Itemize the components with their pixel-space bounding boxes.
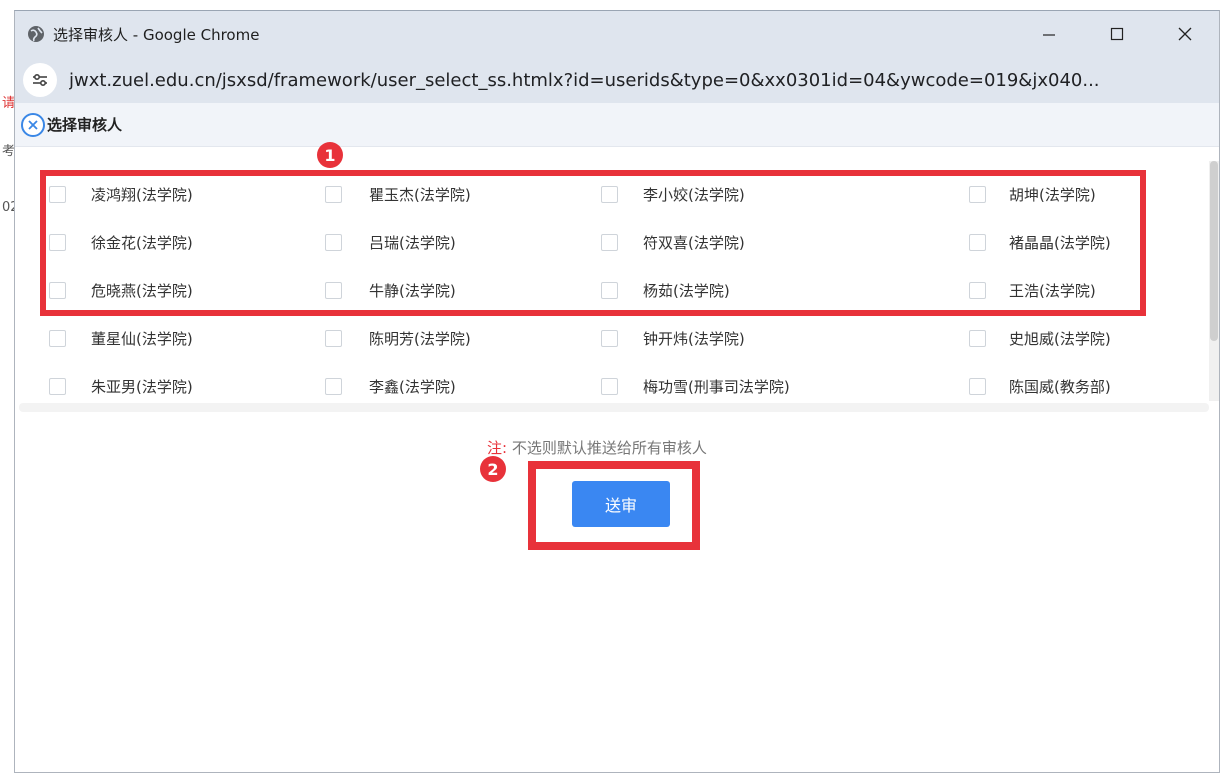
globe-icon — [28, 26, 44, 42]
scrollbar-thumb[interactable] — [1210, 161, 1218, 341]
reviewer-checkbox[interactable] — [325, 377, 342, 395]
note-label: 注: — [487, 439, 508, 457]
reviewer-row: 危晓燕(法学院) 牛静(法学院) 杨茹(法学院) 王浩(法学院) — [19, 275, 1209, 305]
reviewer-row: 朱亚男(法学院) 李鑫(法学院) 梅功雪(刑事司法学院) 陈国威(教务部) — [19, 371, 1209, 401]
window-controls — [1015, 11, 1219, 57]
reviewer-checkbox[interactable] — [601, 185, 618, 203]
reviewer-list: 凌鸿翔(法学院) 瞿玉杰(法学院) 李小姣(法学院) 胡坤(法学院) 徐金花(法学院) 吕… — [19, 161, 1209, 411]
note: 注: 不选则默认推送给所有审核人 — [487, 437, 707, 458]
reviewer-name[interactable]: 李小姣(法学院) — [643, 184, 745, 205]
reviewer-name[interactable]: 吕瑞(法学院) — [369, 232, 456, 253]
reviewer-checkbox[interactable] — [969, 377, 986, 395]
reviewer-name[interactable]: 李鑫(法学院) — [369, 376, 456, 397]
reviewer-checkbox-cell — [601, 275, 618, 305]
reviewer-checkbox-cell — [49, 227, 66, 257]
dialog-title: 选择审核人 — [47, 116, 123, 134]
reviewer-name[interactable]: 胡坤(法学院) — [1009, 184, 1096, 205]
dialog-close-button[interactable] — [21, 112, 45, 137]
reviewer-name[interactable]: 褚晶晶(法学院) — [1009, 232, 1111, 253]
reviewer-checkbox-cell — [325, 179, 342, 209]
reviewer-checkbox[interactable] — [969, 329, 986, 347]
annotation-marker-1: 1 — [317, 142, 343, 168]
reviewer-checkbox-cell — [325, 323, 342, 353]
reviewer-name[interactable]: 陈国威(教务部) — [1009, 376, 1111, 397]
reviewer-row: 凌鸿翔(法学院) 瞿玉杰(法学院) 李小姣(法学院) 胡坤(法学院) — [19, 179, 1209, 209]
submit-review-button[interactable]: 送审 — [572, 481, 670, 527]
note-text: 不选则默认推送给所有审核人 — [511, 439, 707, 457]
dialog-header: 选择审核人 — [15, 103, 1219, 147]
background-page: 请 考 02 — [0, 0, 19, 773]
reviewer-name[interactable]: 牛静(法学院) — [369, 280, 456, 301]
reviewer-checkbox[interactable] — [325, 329, 342, 347]
reviewer-checkbox[interactable] — [601, 281, 618, 299]
annotation-marker-2: 2 — [480, 456, 506, 482]
reviewer-name[interactable]: 瞿玉杰(法学院) — [369, 184, 471, 205]
reviewer-checkbox[interactable] — [601, 233, 618, 251]
reviewer-checkbox-cell — [969, 275, 986, 305]
reviewer-name[interactable]: 杨茹(法学院) — [643, 280, 730, 301]
reviewer-checkbox[interactable] — [325, 281, 342, 299]
reviewer-checkbox[interactable] — [49, 377, 66, 395]
window-title: 选择审核人 - Google Chrome — [53, 25, 260, 44]
reviewer-name[interactable]: 钟开炜(法学院) — [643, 328, 745, 349]
reviewer-checkbox-cell — [325, 371, 342, 401]
reviewer-checkbox[interactable] — [49, 233, 66, 251]
reviewer-name[interactable]: 董星仙(法学院) — [91, 328, 193, 349]
reviewer-checkbox-cell — [49, 323, 66, 353]
reviewer-name[interactable]: 徐金花(法学院) — [91, 232, 193, 253]
reviewer-checkbox-cell — [969, 323, 986, 353]
window-titlebar[interactable]: 选择审核人 - Google Chrome — [15, 11, 1219, 57]
reviewer-checkbox-cell — [969, 227, 986, 257]
maximize-button[interactable] — [1083, 11, 1151, 57]
reviewer-checkbox-cell — [601, 179, 618, 209]
reviewer-checkbox-cell — [969, 371, 986, 401]
close-window-button[interactable] — [1151, 11, 1219, 57]
reviewer-checkbox-cell — [49, 179, 66, 209]
reviewer-checkbox-cell — [601, 371, 618, 401]
tune-icon — [33, 73, 47, 87]
reviewer-name[interactable]: 王浩(法学院) — [1009, 280, 1096, 301]
url-text[interactable]: jwxt.zuel.edu.cn/jsxsd/framework/user_se… — [69, 70, 1199, 91]
reviewer-checkbox-cell — [49, 371, 66, 401]
reviewer-checkbox-cell — [49, 275, 66, 305]
reviewer-checkbox-cell — [325, 275, 342, 305]
reviewer-name[interactable]: 凌鸿翔(法学院) — [91, 184, 193, 205]
reviewer-checkbox-cell — [969, 179, 986, 209]
minimize-icon — [1043, 34, 1055, 36]
close-icon — [1178, 27, 1192, 41]
address-bar: jwxt.zuel.edu.cn/jsxsd/framework/user_se… — [15, 57, 1219, 103]
reviewer-name[interactable]: 符双喜(法学院) — [643, 232, 745, 253]
reviewer-name[interactable]: 陈明芳(法学院) — [369, 328, 471, 349]
site-info-button[interactable] — [23, 63, 57, 97]
close-icon — [28, 119, 38, 130]
reviewer-row: 徐金花(法学院) 吕瑞(法学院) 符双喜(法学院) 褚晶晶(法学院) — [19, 227, 1209, 257]
reviewer-checkbox-cell — [601, 323, 618, 353]
minimize-button[interactable] — [1015, 11, 1083, 57]
reviewer-name[interactable]: 朱亚男(法学院) — [91, 376, 193, 397]
reviewer-checkbox[interactable] — [969, 281, 986, 299]
reviewer-checkbox[interactable] — [601, 329, 618, 347]
reviewer-name[interactable]: 梅功雪(刑事司法学院) — [643, 376, 790, 397]
reviewer-checkbox[interactable] — [49, 329, 66, 347]
reviewer-checkbox[interactable] — [49, 281, 66, 299]
popup-window: 选择审核人 - Google Chrome jwxt.zuel.edu.cn/j… — [14, 10, 1220, 773]
reviewer-checkbox[interactable] — [969, 185, 986, 203]
reviewer-checkbox[interactable] — [325, 185, 342, 203]
reviewer-checkbox-cell — [601, 227, 618, 257]
reviewer-checkbox[interactable] — [601, 377, 618, 395]
maximize-icon — [1110, 27, 1124, 41]
reviewer-row: 董星仙(法学院) 陈明芳(法学院) 钟开炜(法学院) 史旭威(法学院) — [19, 323, 1209, 353]
reviewer-checkbox[interactable] — [49, 185, 66, 203]
reviewer-checkbox[interactable] — [969, 233, 986, 251]
reviewer-checkbox-cell — [325, 227, 342, 257]
reviewer-name[interactable]: 危晓燕(法学院) — [91, 280, 193, 301]
vertical-scrollbar[interactable] — [1209, 161, 1219, 401]
reviewer-name[interactable]: 史旭威(法学院) — [1009, 328, 1111, 349]
horizontal-scrollbar[interactable] — [19, 403, 1209, 412]
reviewer-checkbox[interactable] — [325, 233, 342, 251]
